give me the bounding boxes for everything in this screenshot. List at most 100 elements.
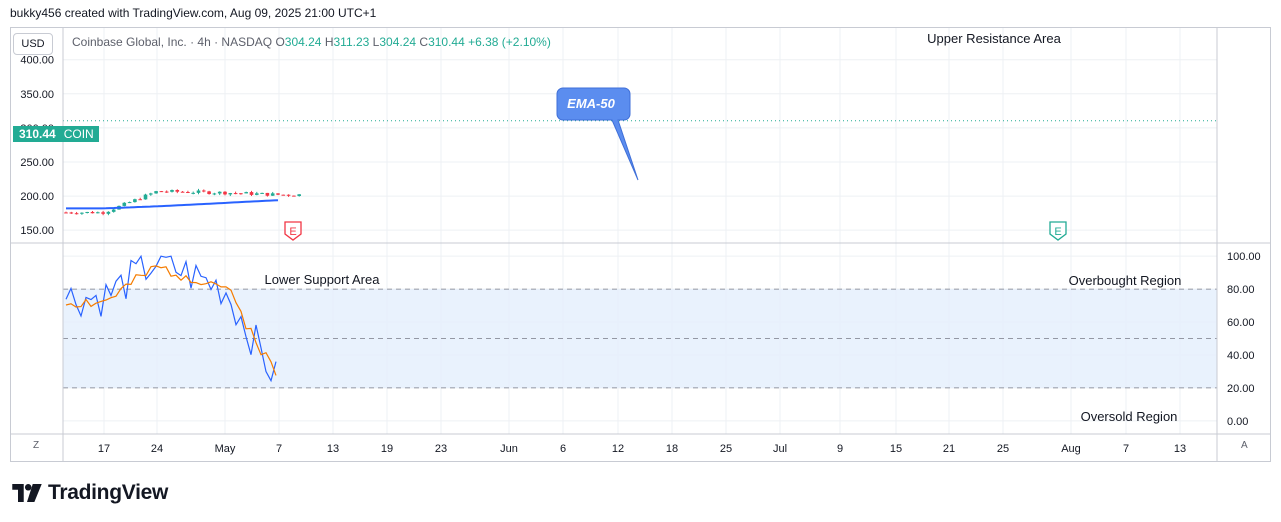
stoch-tick-label: 60.00: [1227, 317, 1255, 329]
candle: [255, 191, 259, 196]
tradingview-logo-icon: [12, 484, 42, 502]
tradingview-logo[interactable]: TradingView: [12, 480, 168, 506]
candle-body: [249, 192, 254, 195]
candle-body: [149, 193, 153, 195]
event-marker-red: E: [284, 221, 302, 241]
ema-callout-label: EMA-50: [567, 96, 615, 111]
candle: [64, 211, 68, 214]
last-price-tag: 310.44 COIN: [13, 126, 99, 142]
candle-body: [90, 211, 95, 214]
candle: [122, 202, 127, 207]
candle-body: [281, 194, 286, 196]
candle-body: [175, 190, 180, 192]
candle-body: [233, 193, 238, 195]
event-marker-letter: E: [289, 226, 296, 238]
candle-body: [297, 194, 301, 196]
candle-body: [244, 192, 248, 194]
candle-body: [186, 191, 190, 193]
stoch-tick-label: 80.00: [1227, 284, 1255, 296]
candle-body: [217, 191, 222, 194]
candle: [143, 193, 148, 200]
candle: [239, 193, 243, 195]
candle: [233, 191, 238, 195]
candle: [149, 192, 153, 196]
candle: [159, 190, 164, 193]
candle-body: [69, 212, 74, 214]
candle-body: [127, 202, 132, 204]
candle: [106, 211, 111, 216]
candle: [217, 191, 222, 196]
candle-body: [180, 191, 185, 193]
candle-body: [159, 191, 164, 193]
candle-body: [133, 199, 137, 203]
candle-body: [138, 199, 142, 201]
price-tick-label: 350.00: [20, 89, 54, 101]
candle: [164, 190, 169, 193]
candle: [186, 190, 190, 194]
date-tick-label: 25: [720, 443, 732, 455]
candle-body: [106, 211, 111, 214]
low-value: 304.24: [379, 35, 417, 49]
ema-50-line: [66, 199, 279, 210]
date-tick-label: 17: [98, 443, 110, 455]
zoom-left-button[interactable]: Z: [33, 440, 39, 451]
price-tick-label: 400.00: [20, 55, 54, 67]
candle: [170, 189, 174, 193]
close-label: C: [419, 35, 429, 49]
oversold-label: Oversold Region: [1081, 409, 1178, 424]
date-tick-label: 6: [560, 443, 566, 455]
date-tick-label: 13: [327, 443, 339, 455]
lower-support-label: Lower Support Area: [265, 272, 381, 287]
date-tick-label: 25: [997, 443, 1009, 455]
date-tick-label: 13: [1174, 443, 1186, 455]
candle: [85, 211, 89, 214]
candle-body: [170, 190, 174, 192]
candle-body: [191, 192, 195, 194]
date-tick-label: 15: [890, 443, 902, 455]
stoch-tick-label: 20.00: [1227, 383, 1255, 395]
price-tick-label: 150.00: [20, 225, 54, 237]
candle-body: [260, 192, 264, 194]
candle-body: [265, 192, 270, 196]
candle-body: [276, 193, 280, 195]
tradingview-wordmark: TradingView: [48, 481, 169, 504]
date-tick-label: 18: [666, 443, 678, 455]
candle: [281, 194, 286, 196]
candle-body: [154, 191, 158, 194]
candle-body: [111, 209, 116, 212]
symbol-legend: Coinbase Global, Inc. · 4h · NASDAQ O304…: [72, 35, 551, 49]
ema-callout: EMA-50: [556, 87, 639, 181]
candle: [74, 211, 79, 215]
candle: [96, 211, 100, 214]
auto-scale-button[interactable]: A: [1241, 440, 1248, 451]
candle: [90, 211, 95, 214]
candle: [138, 197, 142, 201]
price-tick-label: 250.00: [20, 157, 54, 169]
overbought-label: Overbought Region: [1069, 273, 1182, 288]
candle-body: [270, 193, 275, 196]
candle: [270, 191, 275, 196]
candle: [260, 192, 264, 194]
candle-body: [196, 190, 201, 193]
candle-body: [164, 191, 169, 193]
candle: [223, 191, 227, 196]
currency-button[interactable]: USD: [13, 33, 53, 55]
stoch-tick-label: 100.00: [1227, 251, 1261, 263]
candle-body: [80, 212, 84, 214]
candle-body: [101, 212, 105, 214]
ema-line: [63, 120, 1217, 210]
candle-body: [292, 195, 296, 197]
candle: [111, 208, 116, 213]
date-tick-label: 23: [435, 443, 447, 455]
date-tick-label: 19: [381, 443, 393, 455]
chart-canvas: 150.00200.00250.00300.00350.00400.000.00…: [10, 27, 1271, 462]
date-tick-label: Jun: [500, 443, 518, 455]
candles: [64, 188, 301, 216]
symbol-title: Coinbase Global, Inc. · 4h · NASDAQ: [72, 35, 273, 49]
high-label: H: [324, 35, 334, 49]
candle-body: [74, 213, 79, 215]
date-tick-label: May: [215, 443, 236, 455]
candle: [207, 190, 211, 195]
candle-body: [223, 191, 227, 195]
candle-body: [255, 193, 259, 195]
